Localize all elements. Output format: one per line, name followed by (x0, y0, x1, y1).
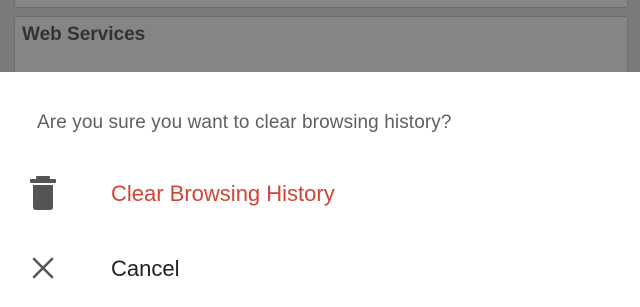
clear-history-bottom-sheet: Are you sure you want to clear browsing … (0, 72, 640, 307)
cancel-label: Cancel (111, 256, 180, 281)
background-section-title: Web Services (22, 24, 146, 45)
dialog-prompt: Are you sure you want to clear browsing … (37, 112, 452, 133)
screen: Web Services Are you sure you want to cl… (0, 0, 640, 307)
trash-icon (30, 176, 56, 210)
clear-browsing-history-label: Clear Browsing History (111, 181, 335, 206)
clear-browsing-history-option[interactable]: Clear Browsing History (0, 164, 640, 224)
cancel-option[interactable]: Cancel (0, 239, 640, 299)
close-icon (30, 251, 56, 285)
background-card-partial (14, 0, 628, 8)
dimmed-background[interactable]: Web Services (0, 0, 640, 72)
